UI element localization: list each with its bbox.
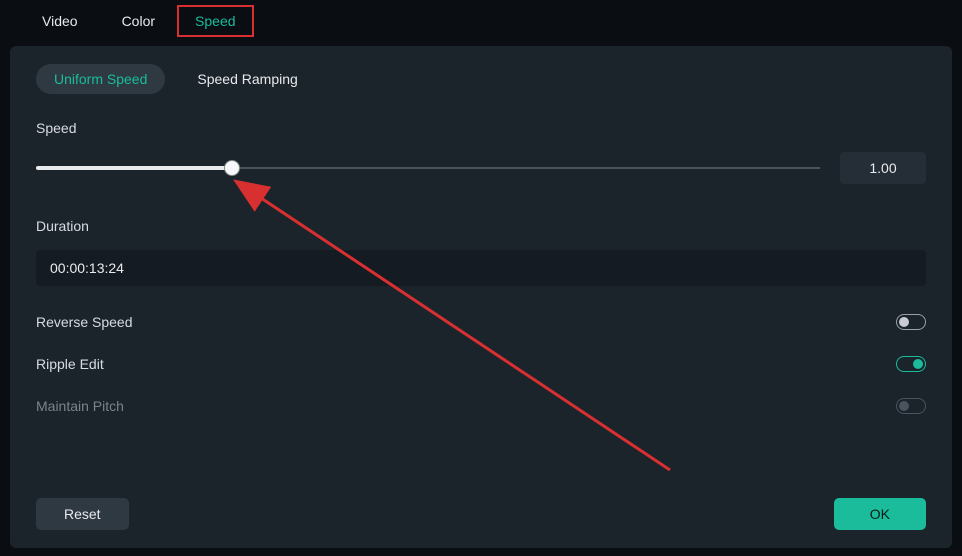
speed-slider[interactable]: [36, 166, 820, 170]
subtab-uniform-speed[interactable]: Uniform Speed: [36, 64, 165, 94]
reverse-speed-label: Reverse Speed: [36, 314, 133, 330]
tab-color[interactable]: Color: [100, 3, 177, 39]
speed-panel: Uniform Speed Speed Ramping Speed 1.00 D…: [10, 46, 952, 548]
speed-slider-thumb[interactable]: [224, 160, 240, 176]
ripple-edit-row: Ripple Edit: [36, 356, 926, 372]
maintain-pitch-label: Maintain Pitch: [36, 398, 124, 414]
reset-button[interactable]: Reset: [36, 498, 129, 530]
speed-value[interactable]: 1.00: [840, 152, 926, 184]
tab-video[interactable]: Video: [20, 3, 100, 39]
ripple-edit-label: Ripple Edit: [36, 356, 104, 372]
maintain-pitch-toggle[interactable]: [896, 398, 926, 414]
ripple-edit-toggle[interactable]: [896, 356, 926, 372]
duration-input[interactable]: [36, 250, 926, 286]
footer: Reset OK: [36, 498, 926, 530]
reverse-speed-toggle[interactable]: [896, 314, 926, 330]
subtab-speed-ramping[interactable]: Speed Ramping: [179, 64, 315, 94]
tab-speed[interactable]: Speed: [177, 5, 253, 37]
ok-button[interactable]: OK: [834, 498, 926, 530]
speed-slider-row: 1.00: [36, 152, 926, 184]
sub-tabs: Uniform Speed Speed Ramping: [36, 64, 926, 94]
duration-label: Duration: [36, 218, 926, 234]
speed-label: Speed: [36, 120, 926, 136]
reverse-speed-row: Reverse Speed: [36, 314, 926, 330]
top-tabs: Video Color Speed: [0, 0, 962, 42]
maintain-pitch-row: Maintain Pitch: [36, 398, 926, 414]
